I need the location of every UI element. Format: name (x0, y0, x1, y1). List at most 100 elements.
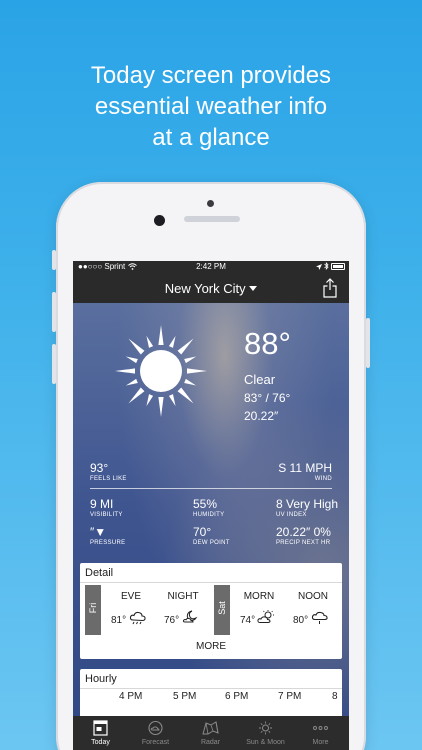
uv-index-label: UV INDEX (276, 512, 307, 518)
stat-dew-point: 70° DEW POINT (193, 525, 230, 546)
humidity-label: HUMIDITY (193, 512, 225, 518)
detail-title: Detail (85, 567, 114, 579)
share-icon[interactable] (323, 278, 337, 298)
nav-bar: New York City (73, 273, 349, 303)
tab-sun-moon[interactable]: Sun & Moon (238, 716, 293, 750)
moon-cloud-icon (182, 610, 198, 623)
hour-label-3: 6 PM (225, 691, 249, 702)
status-bar: ●●○○○ Sprint 2:42 PM (73, 261, 349, 273)
hour-label-2: 5 PM (173, 691, 197, 702)
headline-line-3: at a glance (152, 124, 270, 151)
sun-ray (168, 394, 176, 407)
sun-ray (128, 338, 145, 355)
power-button (366, 318, 370, 368)
period-temp-night: 76° (164, 615, 180, 626)
more-icon (313, 726, 328, 730)
tab-today-label: Today (91, 739, 110, 746)
period-temp-eve: 81° (111, 615, 127, 626)
cloud-rain-icon (129, 611, 146, 625)
dew-point-label: DEW POINT (193, 540, 230, 546)
sun-icon (115, 325, 207, 417)
sun-ray (187, 368, 207, 374)
hourly-divider (80, 688, 342, 689)
sun-ray (168, 335, 176, 348)
wind-label: WIND (314, 476, 332, 482)
day-label-sat: Sat (217, 601, 227, 615)
bluetooth-icon (323, 261, 329, 271)
detail-card[interactable]: Detail Fri EVE NIGHT 81° 76° Sat MORN NO… (80, 563, 342, 659)
stat-feels-like: 93° FEELS LIKE (90, 461, 127, 482)
status-right (315, 261, 345, 271)
headline-line-2: essential weather info (94, 93, 328, 120)
day-tab-sat: Sat (214, 585, 230, 635)
location-arrow-icon (315, 264, 322, 270)
tab-today[interactable]: Today (73, 716, 128, 750)
tab-forecast[interactable]: Forecast (128, 716, 183, 750)
visibility-label: VISIBILITY (90, 512, 123, 518)
tab-sun-moon-label: Sun & Moon (246, 739, 285, 746)
status-time: 2:42 PM (196, 262, 226, 271)
cloud-drizzle-icon (311, 611, 328, 624)
dew-point-value: 70° (193, 525, 212, 539)
current-temperature: 88° (244, 326, 291, 361)
stat-humidity: 55% HUMIDITY (193, 497, 224, 518)
today-icon (93, 720, 108, 736)
sun-ray (184, 378, 197, 386)
front-camera (154, 215, 165, 226)
app-screen: ●●○○○ Sprint 2:42 PM New York City 88° C… (73, 261, 349, 750)
period-temp-noon: 80° (293, 615, 309, 626)
sun-ray (177, 387, 194, 404)
earpiece-speaker (184, 216, 240, 222)
feels-like-value: 93° (90, 461, 109, 475)
forecast-icon (148, 720, 163, 736)
sun-ray (125, 356, 138, 364)
uv-index-value: 8 Very High (276, 497, 339, 511)
stat-uv-index: 8 Very High UV INDEX (276, 497, 338, 518)
visibility-value: 9 MI (90, 497, 114, 511)
tab-forecast-label: Forecast (141, 739, 170, 746)
sun-ray (115, 368, 135, 374)
sun-ray (146, 335, 154, 348)
precip-label: PRECIP NEXT HR (276, 540, 331, 546)
detail-divider (80, 582, 342, 583)
period-temp-morn: 74° (240, 615, 256, 626)
stat-wind: S 11 MPH WIND (278, 461, 332, 482)
period-label-noon: NOON (298, 591, 328, 602)
stats-divider (90, 488, 332, 489)
stat-pressure: ″▼ PRESSURE (90, 525, 125, 546)
humidity-value: 55% (193, 497, 218, 511)
precip-value: 20.22″ 0% (276, 525, 331, 539)
volume-down-button (52, 344, 56, 384)
tab-more[interactable]: More (293, 716, 348, 750)
tab-radar-label: Radar (200, 739, 221, 746)
wind-value: S 11 MPH (278, 461, 332, 475)
sun-ray (158, 325, 164, 345)
pressure-label: PRESSURE (90, 540, 126, 546)
tab-radar[interactable]: Radar (183, 716, 238, 750)
current-conditions: 88° Clear 83° / 76° 20.22″ 93° FEELS LIK… (73, 303, 349, 750)
sun-ray (158, 397, 164, 417)
hour-label-4: 7 PM (278, 691, 302, 702)
proximity-sensor (207, 200, 214, 207)
sun-ray (177, 338, 194, 355)
city-selector[interactable]: New York City (73, 281, 349, 296)
hourly-title: Hourly (85, 673, 117, 685)
promo-headline: Today screen provides essential weather … (0, 60, 422, 153)
day-tab-fri: Fri (85, 585, 101, 635)
period-label-eve: EVE (120, 591, 141, 602)
feels-like-label: FEELS LIKE (90, 476, 127, 482)
sun-moon-icon (259, 721, 272, 735)
hour-label-5: 8 (332, 691, 338, 702)
caret-down-icon (249, 286, 258, 291)
volume-up-button (52, 292, 56, 332)
sun-cloud-icon (257, 610, 274, 623)
high-low: 83° / 76° (244, 391, 291, 405)
day-label-fri: Fri (88, 602, 98, 614)
pressure-trend: ″▼ (90, 525, 107, 539)
tab-more-label: More (312, 739, 329, 746)
tab-bar: Today Forecast Radar Sun & Moon More (73, 716, 349, 750)
current-condition: Clear (244, 372, 276, 387)
mute-switch (52, 250, 56, 270)
detail-more-button[interactable]: MORE (80, 641, 342, 652)
stat-precip: 20.22″ 0% PRECIP NEXT HR (276, 525, 331, 546)
